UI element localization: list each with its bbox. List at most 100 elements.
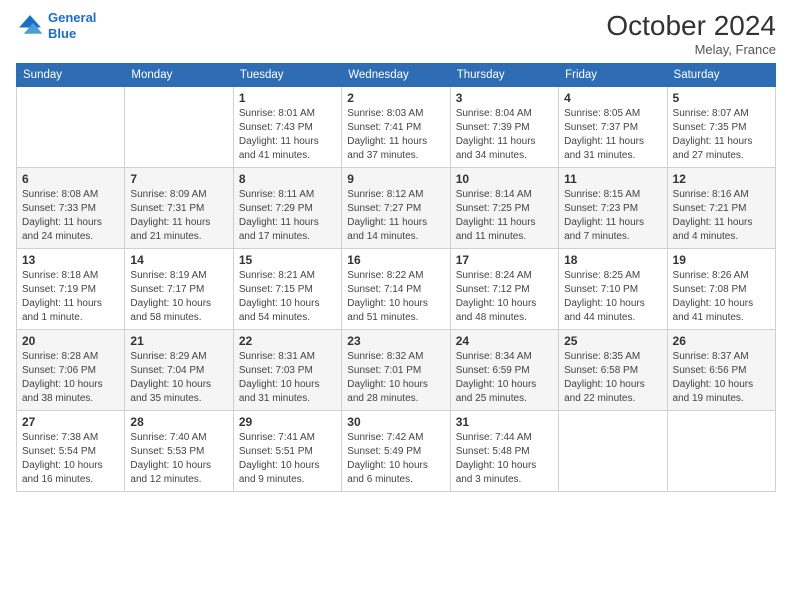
day-num-4-2: 29 xyxy=(239,415,336,429)
cell-1-4: 10Sunrise: 8:14 AMSunset: 7:25 PMDayligh… xyxy=(450,168,558,249)
cell-info-2-0: Sunrise: 8:18 AMSunset: 7:19 PMDaylight:… xyxy=(22,269,119,325)
cell-4-5 xyxy=(559,411,667,492)
title-block: October 2024 Melay, France xyxy=(606,10,776,57)
cell-0-6: 5Sunrise: 8:07 AMSunset: 7:35 PMDaylight… xyxy=(667,87,775,168)
day-num-3-2: 22 xyxy=(239,334,336,348)
calendar-header-row: Sunday Monday Tuesday Wednesday Thursday… xyxy=(17,64,776,87)
cell-info-1-6: Sunrise: 8:16 AMSunset: 7:21 PMDaylight:… xyxy=(673,188,770,244)
cell-4-2: 29 Sunrise: 7:41 AMSunset: 5:51 PMDayligh… xyxy=(233,411,341,492)
cell-info-2-2: Sunrise: 8:21 AMSunset: 7:15 PMDaylight:… xyxy=(239,269,336,325)
day-num-1-2: 8 xyxy=(239,172,336,186)
cell-info-0-4: Sunrise: 8:04 AMSunset: 7:39 PMDaylight:… xyxy=(456,107,553,163)
day-num-1-1: 7 xyxy=(130,172,227,186)
logo-line2: Blue xyxy=(48,26,76,41)
cell-info-0-5: Sunrise: 8:05 AMSunset: 7:37 PMDaylight:… xyxy=(564,107,661,163)
cell-3-2: 22 Sunrise: 8:31 AMSunset: 7:03 PMDayligh… xyxy=(233,330,341,411)
cell-1-2: 8 Sunrise: 8:11 AMSunset: 7:29 PMDaylight… xyxy=(233,168,341,249)
cell-info-2-4: Sunrise: 8:24 AMSunset: 7:12 PMDaylight:… xyxy=(456,269,553,325)
cell-info-2-5: Sunrise: 8:25 AMSunset: 7:10 PMDaylight:… xyxy=(564,269,661,325)
day-num-3-4: 24 xyxy=(456,334,553,348)
calendar-table: Sunday Monday Tuesday Wednesday Thursday… xyxy=(16,63,776,492)
day-num-1-6: 12 xyxy=(673,172,770,186)
cell-4-4: 31 Sunrise: 7:44 AMSunset: 5:48 PMDayligh… xyxy=(450,411,558,492)
cell-2-5: 18 Sunrise: 8:25 AMSunset: 7:10 PMDayligh… xyxy=(559,249,667,330)
cell-info-3-5: Sunrise: 8:35 AMSunset: 6:58 PMDaylight:… xyxy=(564,350,661,406)
day-num-4-4: 31 xyxy=(456,415,553,429)
cell-info-3-4: Sunrise: 8:34 AMSunset: 6:59 PMDaylight:… xyxy=(456,350,553,406)
cell-2-4: 17 Sunrise: 8:24 AMSunset: 7:12 PMDayligh… xyxy=(450,249,558,330)
day-num-1-0: 6 xyxy=(22,172,119,186)
cell-info-1-4: Sunrise: 8:14 AMSunset: 7:25 PMDaylight:… xyxy=(456,188,553,244)
col-monday: Monday xyxy=(125,64,233,87)
cell-1-5: 11 Sunrise: 8:15 AMSunset: 7:23 PMDayligh… xyxy=(559,168,667,249)
day-num-3-1: 21 xyxy=(130,334,227,348)
col-sunday: Sunday xyxy=(17,64,125,87)
cell-0-2: 1Sunrise: 8:01 AMSunset: 7:43 PMDaylight… xyxy=(233,87,341,168)
logo: General Blue xyxy=(16,10,96,41)
day-num-2-4: 17 xyxy=(456,253,553,267)
day-num-4-1: 28 xyxy=(130,415,227,429)
logo-line1: General xyxy=(48,10,96,25)
cell-info-1-5: Sunrise: 8:15 AMSunset: 7:23 PMDaylight:… xyxy=(564,188,661,244)
cell-info-4-4: Sunrise: 7:44 AMSunset: 5:48 PMDaylight:… xyxy=(456,431,553,487)
col-wednesday: Wednesday xyxy=(342,64,450,87)
cell-info-1-0: Sunrise: 8:08 AMSunset: 7:33 PMDaylight:… xyxy=(22,188,119,244)
day-num-3-3: 23 xyxy=(347,334,444,348)
day-num-3-5: 25 xyxy=(564,334,661,348)
col-saturday: Saturday xyxy=(667,64,775,87)
page: General Blue October 2024 Melay, France … xyxy=(0,0,792,612)
cell-0-1 xyxy=(125,87,233,168)
cell-info-0-3: Sunrise: 8:03 AMSunset: 7:41 PMDaylight:… xyxy=(347,107,444,163)
col-thursday: Thursday xyxy=(450,64,558,87)
week-row-2: 13 Sunrise: 8:18 AMSunset: 7:19 PMDayligh… xyxy=(17,249,776,330)
month-title: October 2024 xyxy=(606,10,776,42)
day-num-0-4: 3 xyxy=(456,91,553,105)
cell-2-3: 16Sunrise: 8:22 AMSunset: 7:14 PMDayligh… xyxy=(342,249,450,330)
cell-info-1-3: Sunrise: 8:12 AMSunset: 7:27 PMDaylight:… xyxy=(347,188,444,244)
logo-icon xyxy=(16,12,44,40)
cell-info-4-2: Sunrise: 7:41 AMSunset: 5:51 PMDaylight:… xyxy=(239,431,336,487)
day-num-0-5: 4 xyxy=(564,91,661,105)
day-num-0-2: 1 xyxy=(239,91,336,105)
cell-3-0: 20Sunrise: 8:28 AMSunset: 7:06 PMDayligh… xyxy=(17,330,125,411)
cell-0-0 xyxy=(17,87,125,168)
cell-1-3: 9 Sunrise: 8:12 AMSunset: 7:27 PMDaylight… xyxy=(342,168,450,249)
cell-2-2: 15 Sunrise: 8:21 AMSunset: 7:15 PMDayligh… xyxy=(233,249,341,330)
day-num-2-5: 18 xyxy=(564,253,661,267)
cell-2-6: 19 Sunrise: 8:26 AMSunset: 7:08 PMDayligh… xyxy=(667,249,775,330)
cell-3-1: 21Sunrise: 8:29 AMSunset: 7:04 PMDayligh… xyxy=(125,330,233,411)
cell-info-3-3: Sunrise: 8:32 AMSunset: 7:01 PMDaylight:… xyxy=(347,350,444,406)
cell-info-2-6: Sunrise: 8:26 AMSunset: 7:08 PMDaylight:… xyxy=(673,269,770,325)
cell-info-2-1: Sunrise: 8:19 AMSunset: 7:17 PMDaylight:… xyxy=(130,269,227,325)
cell-info-1-2: Sunrise: 8:11 AMSunset: 7:29 PMDaylight:… xyxy=(239,188,336,244)
cell-4-6 xyxy=(667,411,775,492)
day-num-1-5: 11 xyxy=(564,172,661,186)
cell-1-6: 12 Sunrise: 8:16 AMSunset: 7:21 PMDayligh… xyxy=(667,168,775,249)
day-num-2-6: 19 xyxy=(673,253,770,267)
cell-info-3-2: Sunrise: 8:31 AMSunset: 7:03 PMDaylight:… xyxy=(239,350,336,406)
day-num-2-2: 15 xyxy=(239,253,336,267)
cell-0-4: 3 Sunrise: 8:04 AMSunset: 7:39 PMDaylight… xyxy=(450,87,558,168)
cell-info-3-0: Sunrise: 8:28 AMSunset: 7:06 PMDaylight:… xyxy=(22,350,119,406)
cell-info-0-6: Sunrise: 8:07 AMSunset: 7:35 PMDaylight:… xyxy=(673,107,770,163)
week-row-1: 6 Sunrise: 8:08 AMSunset: 7:33 PMDaylight… xyxy=(17,168,776,249)
day-num-1-3: 9 xyxy=(347,172,444,186)
day-num-2-0: 13 xyxy=(22,253,119,267)
cell-info-1-1: Sunrise: 8:09 AMSunset: 7:31 PMDaylight:… xyxy=(130,188,227,244)
cell-4-0: 27Sunrise: 7:38 AMSunset: 5:54 PMDayligh… xyxy=(17,411,125,492)
day-num-2-3: 16 xyxy=(347,253,444,267)
cell-3-3: 23 Sunrise: 8:32 AMSunset: 7:01 PMDayligh… xyxy=(342,330,450,411)
col-friday: Friday xyxy=(559,64,667,87)
cell-3-5: 25 Sunrise: 8:35 AMSunset: 6:58 PMDayligh… xyxy=(559,330,667,411)
col-tuesday: Tuesday xyxy=(233,64,341,87)
cell-0-5: 4 Sunrise: 8:05 AMSunset: 7:37 PMDaylight… xyxy=(559,87,667,168)
day-num-3-6: 26 xyxy=(673,334,770,348)
day-num-2-1: 14 xyxy=(130,253,227,267)
week-row-0: 1Sunrise: 8:01 AMSunset: 7:43 PMDaylight… xyxy=(17,87,776,168)
week-row-4: 27Sunrise: 7:38 AMSunset: 5:54 PMDayligh… xyxy=(17,411,776,492)
week-row-3: 20Sunrise: 8:28 AMSunset: 7:06 PMDayligh… xyxy=(17,330,776,411)
cell-3-6: 26Sunrise: 8:37 AMSunset: 6:56 PMDayligh… xyxy=(667,330,775,411)
cell-info-4-1: Sunrise: 7:40 AMSunset: 5:53 PMDaylight:… xyxy=(130,431,227,487)
day-num-0-3: 2 xyxy=(347,91,444,105)
cell-4-1: 28 Sunrise: 7:40 AMSunset: 5:53 PMDayligh… xyxy=(125,411,233,492)
